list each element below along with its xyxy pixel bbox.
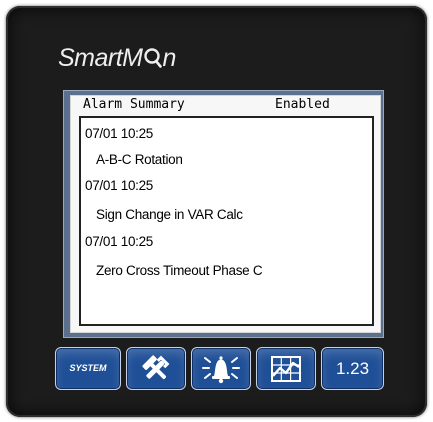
screen-title: Alarm Summary [83, 97, 185, 112]
alarm-list[interactable]: 07/01 10:25 A-B-C Rotation 07/01 10:25 S… [79, 116, 374, 326]
tools-icon [142, 354, 170, 379]
lcd-screen: Alarm Summary Enabled 07/01 10:25 A-B-C … [70, 95, 381, 333]
system-button[interactable]: SYSTEM [55, 347, 121, 390]
brand-logo: SmartM n [58, 44, 176, 72]
numeric-readings-button[interactable]: 1.23 [321, 347, 384, 390]
alarm-message: Sign Change in VAR Calc [96, 207, 243, 222]
alarm-message: A-B-C Rotation [96, 152, 183, 167]
alarm-date: 07/01 10:25 [85, 178, 154, 193]
alarm-button[interactable] [191, 347, 251, 390]
alarm-bell-icon [202, 355, 240, 383]
chart-icon [271, 355, 301, 382]
chart-button[interactable] [256, 347, 316, 390]
magnifier-o-icon [143, 48, 162, 68]
alarm-status: Enabled [275, 97, 330, 112]
alarm-message: Zero Cross Timeout Phase C [96, 263, 263, 278]
tools-button[interactable] [126, 347, 186, 390]
alarm-date: 07/01 10:25 [85, 126, 154, 141]
screen-header: Alarm Summary Enabled [71, 96, 380, 115]
alarm-date: 07/01 10:25 [85, 234, 154, 249]
button-bar: SYSTEM 1.23 [55, 347, 390, 390]
